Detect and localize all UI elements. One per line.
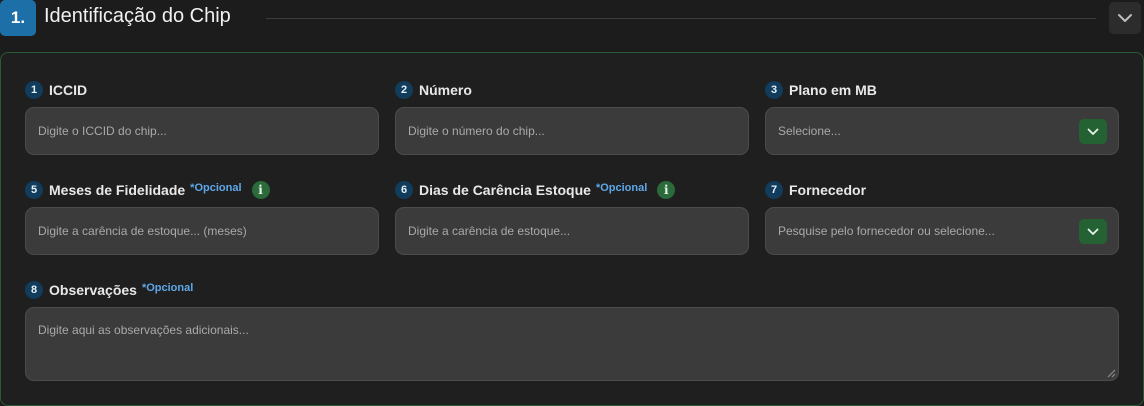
carencia-label-row: 6 Dias de Carência Estoque *Opcional i [395, 180, 676, 200]
iccid-label-row: 1 ICCID [25, 80, 87, 100]
collapse-section-button[interactable] [1109, 2, 1141, 34]
info-icon[interactable]: i [251, 181, 270, 199]
fornecedor-label-row: 7 Fornecedor [765, 180, 866, 200]
fornecedor-label: Fornecedor [789, 182, 867, 198]
fornecedor-dropdown-button[interactable] [1079, 219, 1107, 244]
chip-identification-card: 1 ICCID Digite o ICCID do chip... 2 Núme… [0, 52, 1144, 406]
header-divider [266, 18, 1096, 19]
section-header: 1. Identificação do Chip [0, 0, 1144, 36]
plano-placeholder: Selecione... [778, 124, 841, 138]
carencia-label: Dias de Carência Estoque [419, 182, 591, 198]
optional-tag: *Opcional [141, 282, 194, 294]
field-number-badge: 7 [765, 181, 783, 199]
fidelidade-label-row: 5 Meses de Fidelidade *Opcional i [25, 180, 270, 200]
field-number-badge: 6 [395, 181, 413, 199]
resize-handle-icon[interactable] [1106, 368, 1116, 378]
chevron-down-icon [1087, 228, 1099, 235]
plano-select[interactable]: Selecione... [765, 107, 1119, 155]
observacoes-field-group: 8 Observações *Opcional Digite aqui as o… [25, 280, 1119, 382]
plano-label: Plano em MB [789, 82, 877, 98]
chevron-down-icon [1087, 128, 1099, 135]
iccid-placeholder: Digite o ICCID do chip... [38, 124, 167, 138]
fornecedor-select[interactable]: Pesquise pelo fornecedor ou selecione... [765, 207, 1119, 255]
step-number-badge: 1. [0, 0, 36, 36]
carencia-field-group: 6 Dias de Carência Estoque *Opcional i D… [395, 180, 749, 256]
numero-input[interactable]: Digite o número do chip... [395, 107, 749, 155]
plano-label-row: 3 Plano em MB [765, 80, 877, 100]
observacoes-label: Observações [49, 282, 137, 298]
field-number-badge: 3 [765, 81, 783, 99]
field-number-badge: 5 [25, 181, 43, 199]
plano-field-group: 3 Plano em MB Selecione... [765, 80, 1119, 156]
section-title: Identificação do Chip [44, 5, 231, 27]
field-number-badge: 1 [25, 81, 43, 99]
observacoes-textarea[interactable]: Digite aqui as observações adicionais... [25, 307, 1119, 381]
carencia-input[interactable]: Digite a carência de estoque... [395, 207, 749, 255]
numero-label: Número [419, 82, 472, 98]
chevron-down-icon [1118, 14, 1132, 22]
fornecedor-placeholder: Pesquise pelo fornecedor ou selecione... [778, 224, 995, 238]
plano-dropdown-button[interactable] [1079, 119, 1107, 144]
optional-tag: *Opcional [190, 182, 242, 194]
fidelidade-input[interactable]: Digite a carência de estoque... (meses) [25, 207, 379, 255]
optional-tag: *Opcional [595, 182, 648, 194]
carencia-placeholder: Digite a carência de estoque... [408, 224, 571, 238]
numero-placeholder: Digite o número do chip... [408, 124, 545, 138]
numero-field-group: 2 Número Digite o número do chip... [395, 80, 749, 156]
iccid-field-group: 1 ICCID Digite o ICCID do chip... [25, 80, 379, 156]
fornecedor-field-group: 7 Fornecedor Pesquise pelo fornecedor ou… [765, 180, 1119, 256]
field-number-badge: 8 [25, 281, 43, 299]
observacoes-label-row: 8 Observações *Opcional [25, 280, 193, 300]
observacoes-placeholder: Digite aqui as observações adicionais... [38, 323, 249, 337]
fidelidade-field-group: 5 Meses de Fidelidade *Opcional i Digite… [25, 180, 379, 256]
info-icon[interactable]: i [657, 181, 676, 199]
fidelidade-placeholder: Digite a carência de estoque... (meses) [38, 224, 247, 238]
iccid-label: ICCID [49, 82, 88, 98]
fidelidade-label: Meses de Fidelidade [49, 182, 186, 198]
numero-label-row: 2 Número [395, 80, 472, 100]
iccid-input[interactable]: Digite o ICCID do chip... [25, 107, 379, 155]
field-number-badge: 2 [395, 81, 413, 99]
